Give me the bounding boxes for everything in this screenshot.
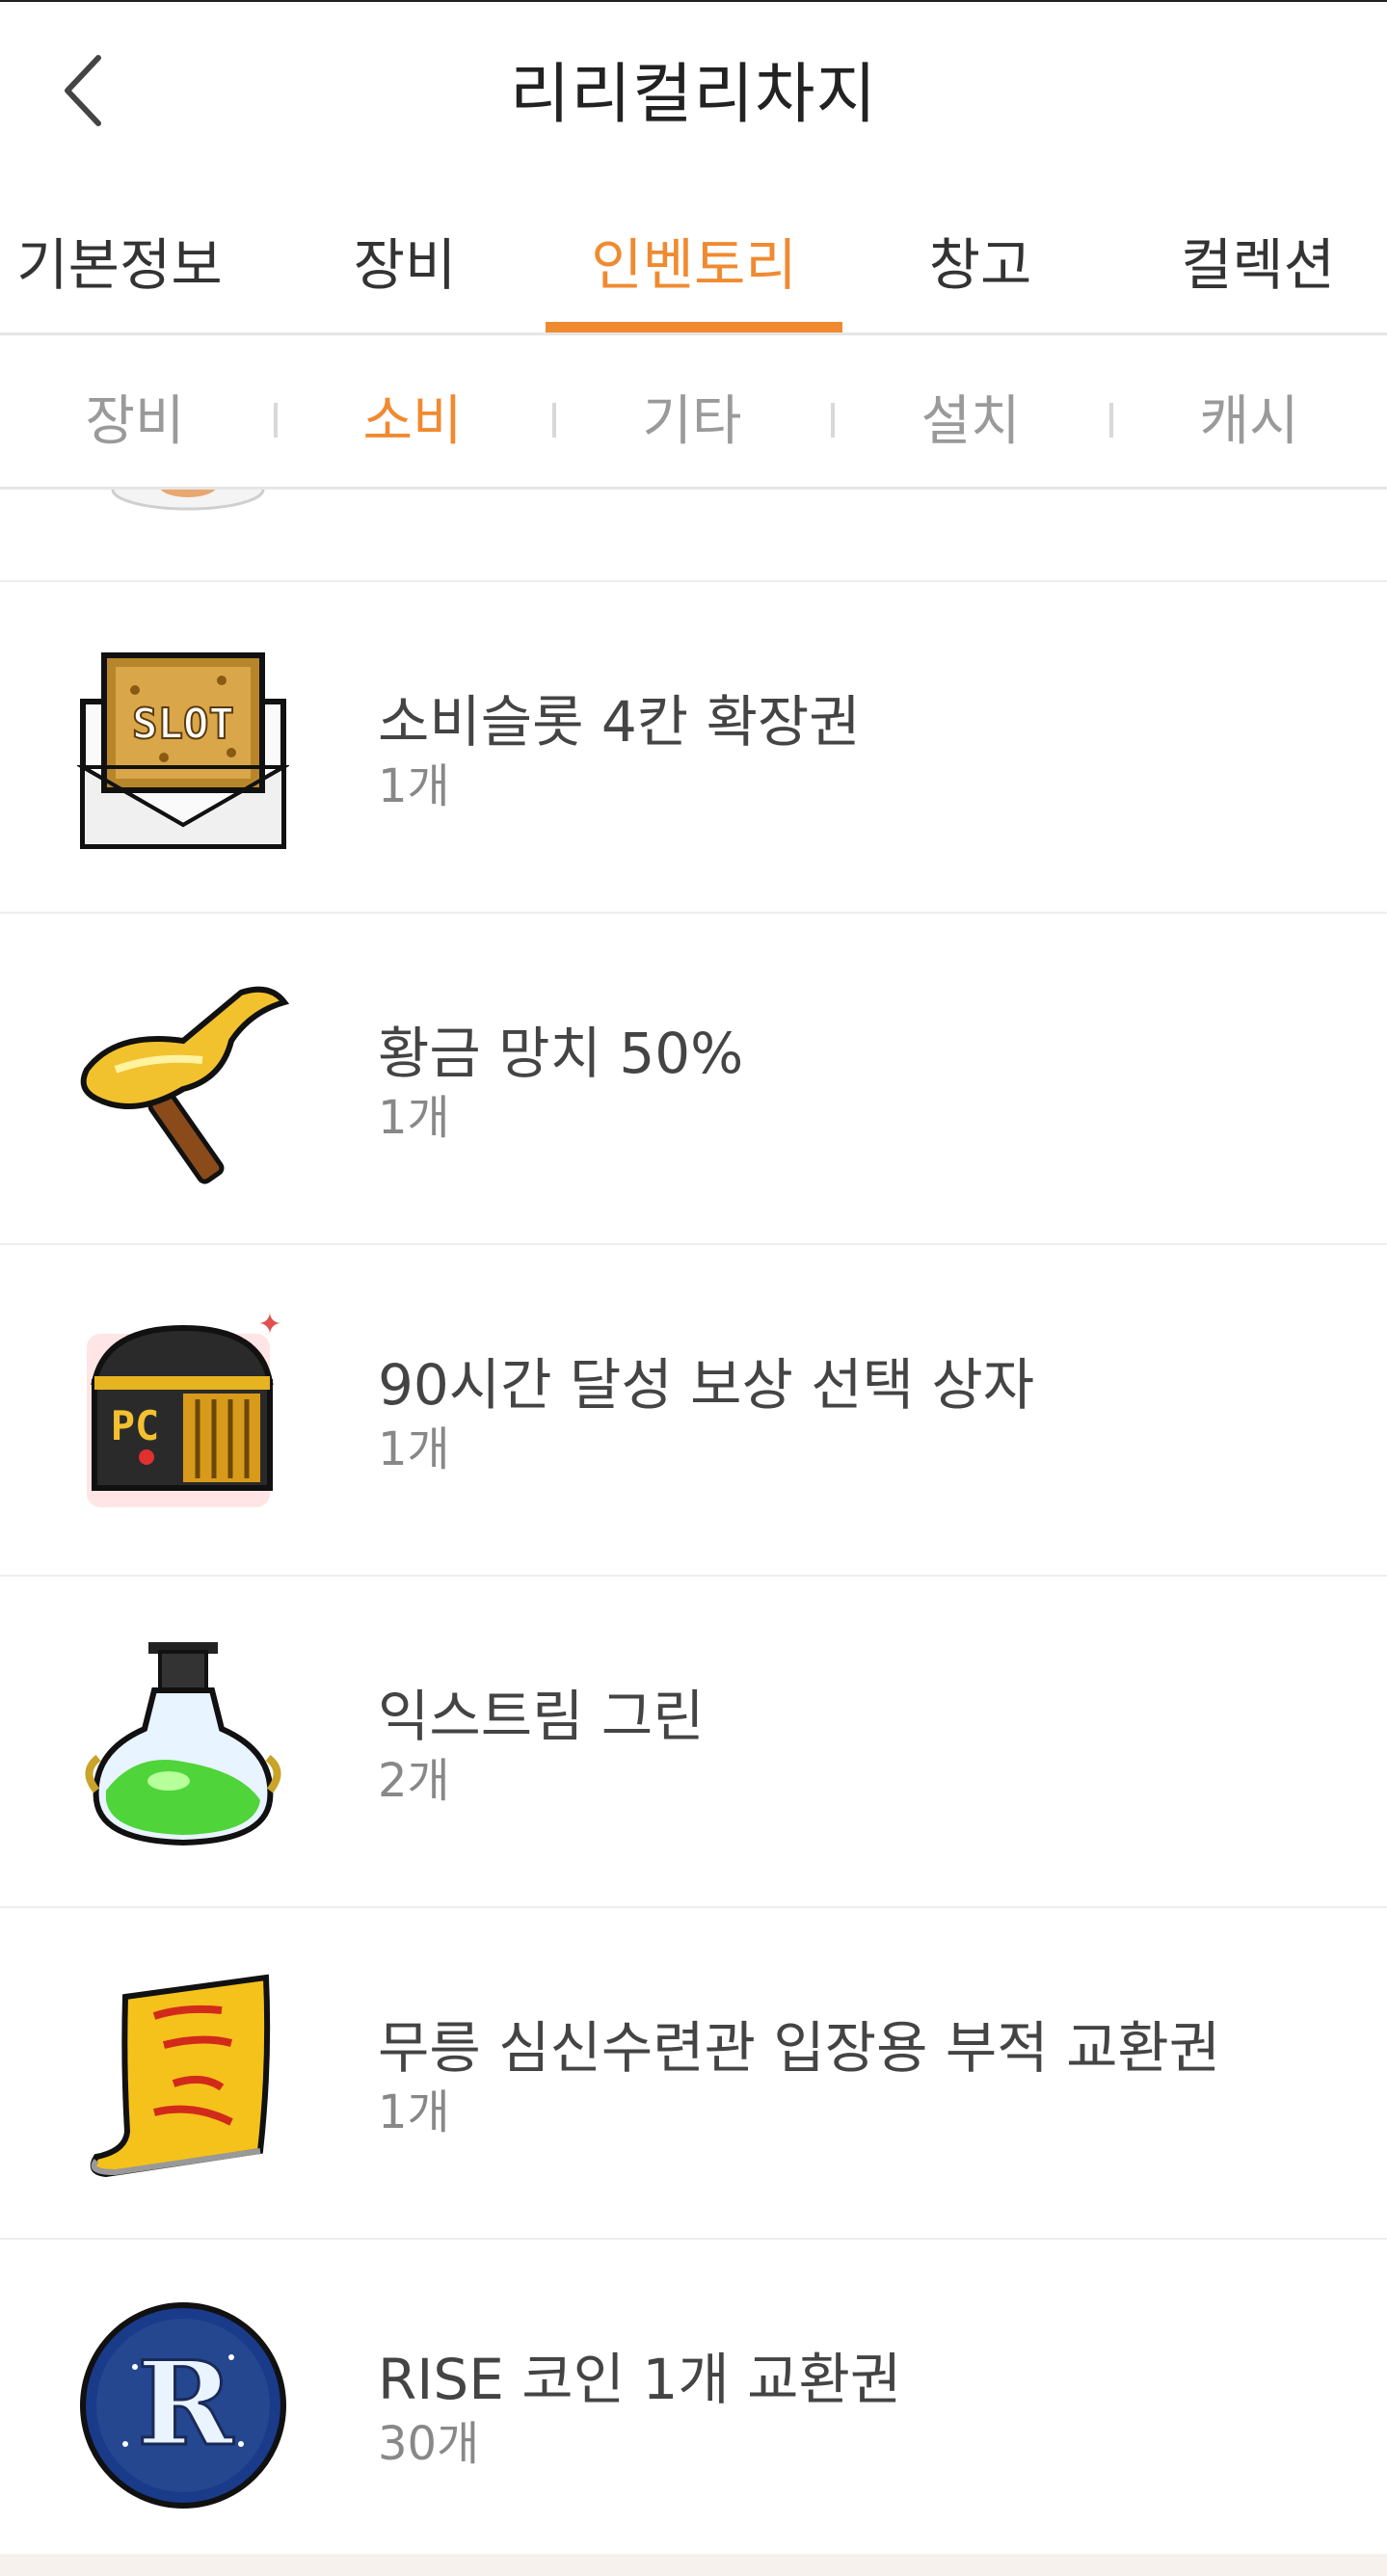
item-name: RISE 코인 1개 교환권 bbox=[378, 2347, 902, 2412]
subtab-etc[interactable]: 기타 bbox=[642, 378, 741, 456]
svg-text:✦: ✦ bbox=[257, 1308, 281, 1341]
list-item[interactable]: 황금 망치 50% 1개 bbox=[0, 914, 1387, 1245]
list-item[interactable]: 무릉 심신수련관 입장용 부적 교환권 1개 bbox=[0, 1908, 1387, 2240]
bottom-edge bbox=[0, 2554, 1387, 2576]
green-potion-icon bbox=[77, 1636, 289, 1848]
item-count: 1개 bbox=[378, 1422, 450, 1476]
tab-storage[interactable]: 창고 bbox=[929, 220, 1032, 301]
subtab-equip[interactable]: 장비 bbox=[85, 378, 184, 456]
item-name: 익스트림 그린 bbox=[378, 1684, 705, 1749]
subtab-divider bbox=[1109, 403, 1113, 438]
subtab-cash[interactable]: 캐시 bbox=[1199, 378, 1298, 456]
item-name: 소비슬롯 4칸 확장권 bbox=[378, 689, 861, 755]
item-name: 무릉 심신수련관 입장용 부적 교환권 bbox=[378, 2015, 1221, 2081]
rise-coin-icon: R bbox=[77, 2299, 289, 2511]
active-tab-indicator bbox=[546, 322, 842, 332]
pc-treasure-chest-icon: PC ✦ bbox=[77, 1305, 289, 1517]
tab-basic-info[interactable]: 기본정보 bbox=[16, 220, 222, 301]
svg-text:R: R bbox=[137, 2336, 234, 2472]
subtab-divider bbox=[552, 403, 556, 438]
subtab-divider bbox=[274, 403, 278, 438]
list-item[interactable] bbox=[0, 490, 1387, 582]
list-item[interactable]: R RISE 코인 1개 교환권 30개 bbox=[0, 2240, 1387, 2571]
item-icon-partial bbox=[106, 490, 270, 518]
list-item[interactable]: 익스트림 그린 2개 bbox=[0, 1577, 1387, 1908]
item-count: 2개 bbox=[378, 1754, 450, 1808]
main-tabs: 기본정보 장비 인벤토리 창고 컬렉션 bbox=[0, 183, 1387, 335]
golden-hammer-icon bbox=[77, 973, 290, 1185]
page-title: 리리컬리차지 bbox=[509, 57, 878, 133]
tab-inventory[interactable]: 인벤토리 bbox=[591, 220, 796, 301]
item-count: 1개 bbox=[378, 1091, 450, 1145]
list-item[interactable]: PC ✦ 90시간 달성 보상 선택 상자 1개 bbox=[0, 1245, 1387, 1577]
subtab-divider bbox=[831, 403, 835, 438]
tab-equipment[interactable]: 장비 bbox=[354, 220, 457, 301]
yellow-talisman-icon bbox=[77, 1968, 289, 2180]
svg-text:SLOT: SLOT bbox=[132, 700, 234, 749]
subtab-install[interactable]: 설치 bbox=[920, 378, 1020, 456]
item-count: 1개 bbox=[378, 2085, 450, 2139]
svg-text:PC: PC bbox=[111, 1402, 160, 1449]
item-name: 90시간 달성 보상 선택 상자 bbox=[378, 1352, 1035, 1418]
tab-collection[interactable]: 컬렉션 bbox=[1181, 220, 1335, 301]
item-count: 1개 bbox=[378, 759, 450, 813]
list-item[interactable]: SLOT 소비슬롯 4칸 확장권 1개 bbox=[0, 582, 1387, 914]
item-count: 30개 bbox=[378, 2417, 480, 2471]
header: 리리컬리차지 bbox=[0, 2, 1387, 177]
inventory-subtabs: 장비 소비 기타 설치 캐시 bbox=[0, 335, 1387, 490]
item-name: 황금 망치 50% bbox=[378, 1021, 744, 1086]
slot-envelope-icon: SLOT bbox=[75, 642, 291, 854]
subtab-consume[interactable]: 소비 bbox=[362, 378, 462, 456]
